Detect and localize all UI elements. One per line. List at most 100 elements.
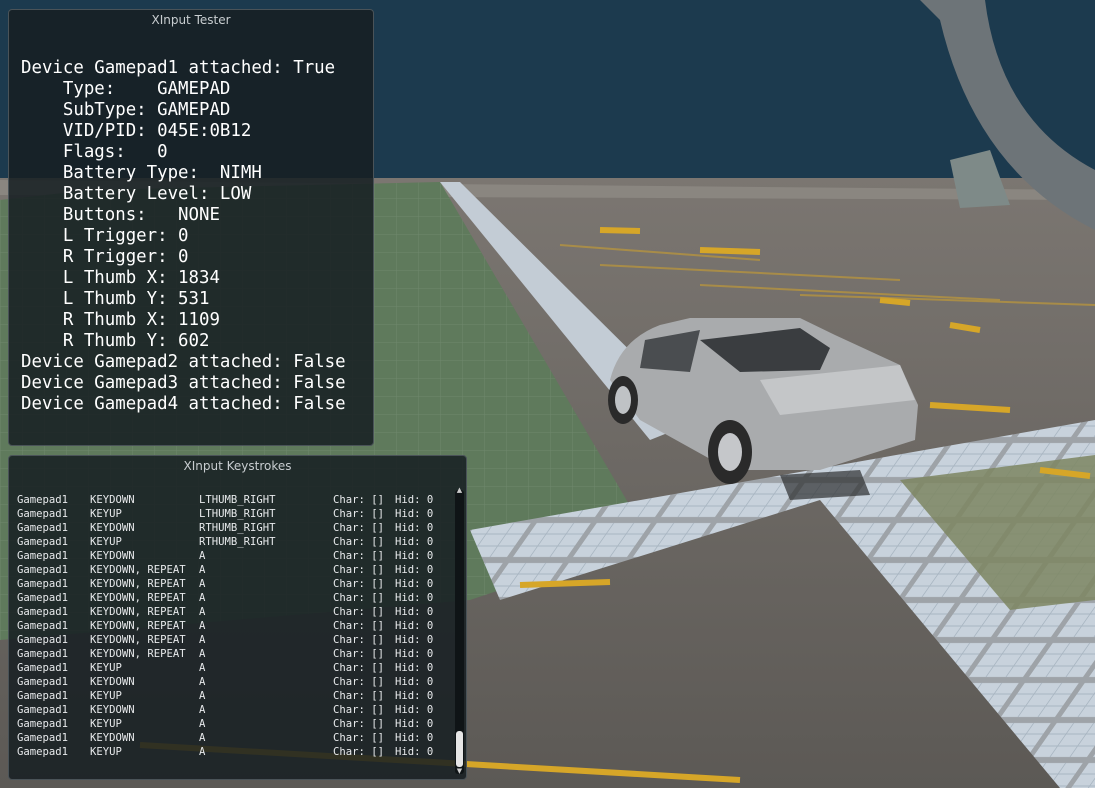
keystroke-button: A [199,662,206,674]
keystroke-device: Gamepad1 [17,578,69,590]
keystroke-button: A [199,690,206,702]
keystroke-button: A [199,704,206,716]
keystroke-char: Char: [] [333,494,385,506]
keystroke-row: Gamepad1 KEYUP A Char: [] Hid: 0 [17,717,447,731]
tester-title: XInput Tester [151,13,231,27]
keystroke-button: A [199,634,206,646]
keystroke-row: Gamepad1 KEYUP RTHUMB_RIGHT Char: [] Hid: 0 [17,535,447,549]
keystroke-row: Gamepad1 KEYDOWN, REPEAT A Char: [] Hid: 0 [17,591,447,605]
keystroke-row: Gamepad1 KEYDOWN, REPEAT A Char: [] Hid: 0 [17,619,447,633]
keystroke-event: KEYUP [90,718,122,730]
keystroke-event: KEYDOWN, REPEAT [90,606,186,618]
keystroke-row: Gamepad1 KEYUP A Char: [] Hid: 0 [17,661,447,675]
keystroke-row: Gamepad1 KEYDOWN A Char: [] Hid: 0 [17,703,447,717]
keystroke-button: LTHUMB_RIGHT [199,494,276,506]
keystroke-hid: Hid: 0 [395,508,434,520]
keystroke-event: KEYDOWN [90,494,135,506]
keystroke-event: KEYDOWN [90,676,135,688]
device-info-line: Buttons: NONE [21,205,220,225]
keystroke-button: A [199,550,206,562]
keystroke-hid: Hid: 0 [395,494,434,506]
keystroke-event: KEYDOWN, REPEAT [90,634,186,646]
keystroke-row: Gamepad1 KEYDOWN, REPEAT A Char: [] Hid: 0 [17,577,447,591]
keystroke-hid: Hid: 0 [395,620,434,632]
keystroke-char: Char: [] [333,732,385,744]
keystroke-device: Gamepad1 [17,648,69,660]
keystroke-row: Gamepad1 KEYDOWN A Char: [] Hid: 0 [17,731,447,745]
keystroke-char: Char: [] [333,690,385,702]
keystroke-button: A [199,620,206,632]
device-info-line: Type: GAMEPAD [21,79,231,99]
keystrokes-title: XInput Keystrokes [183,459,292,473]
keystroke-device: Gamepad1 [17,592,69,604]
scroll-up-arrow-icon[interactable]: ▲ [455,486,464,494]
keystroke-device: Gamepad1 [17,690,69,702]
keystroke-event: KEYUP [90,508,122,520]
device-info-line: Flags: 0 [21,142,168,162]
xinput-tester-panel[interactable]: XInput Tester Device Gamepad1 attached: … [8,9,374,446]
keystroke-hid: Hid: 0 [395,606,434,618]
keystroke-row: Gamepad1 KEYDOWN RTHUMB_RIGHT Char: [] Hid: … [17,521,447,535]
keystroke-char: Char: [] [333,606,385,618]
keystroke-event: KEYDOWN, REPEAT [90,648,186,660]
keystroke-event: KEYDOWN [90,732,135,744]
keystroke-device: Gamepad1 [17,718,69,730]
device-info-line: Battery Type: NIMH [21,163,262,183]
keystroke-hid: Hid: 0 [395,662,434,674]
keystroke-char: Char: [] [333,676,385,688]
keystroke-device: Gamepad1 [17,494,69,506]
device-info-line: Device Gamepad1 attached: True [21,58,336,78]
scroll-down-arrow-icon[interactable]: ▼ [455,767,464,775]
keystroke-char: Char: [] [333,592,385,604]
keystroke-button: A [199,606,206,618]
device-info-line: Battery Level: LOW [21,184,252,204]
keystroke-hid: Hid: 0 [395,690,434,702]
keystroke-device: Gamepad1 [17,732,69,744]
keystroke-device: Gamepad1 [17,550,69,562]
device-info-line: R Trigger: 0 [21,247,189,267]
keystroke-char: Char: [] [333,746,385,758]
xinput-keystrokes-panel[interactable]: XInput Keystrokes Gamepad1 KEYDOWN LTHUMB_… [8,455,467,780]
keystroke-event: KEYUP [90,536,122,548]
device-info-line: Device Gamepad2 attached: False [21,352,346,372]
keystroke-device: Gamepad1 [17,662,69,674]
keystroke-hid: Hid: 0 [395,648,434,660]
keystroke-char: Char: [] [333,704,385,716]
device-info-line: L Thumb X: 1834 [21,268,220,288]
keystroke-hid: Hid: 0 [395,634,434,646]
device-info-line: L Trigger: 0 [21,226,189,246]
keystroke-char: Char: [] [333,620,385,632]
device-info-line: R Thumb X: 1109 [21,310,220,330]
keystroke-event: KEYDOWN, REPEAT [90,564,186,576]
keystroke-hid: Hid: 0 [395,522,434,534]
keystroke-event: KEYDOWN, REPEAT [90,592,186,604]
keystroke-button: A [199,578,206,590]
keystroke-row: Gamepad1 KEYDOWN A Char: [] Hid: 0 [17,675,447,689]
keystroke-hid: Hid: 0 [395,746,434,758]
keystroke-hid: Hid: 0 [395,732,434,744]
keystroke-device: Gamepad1 [17,522,69,534]
keystroke-row: Gamepad1 KEYDOWN LTHUMB_RIGHT Char: [] Hid: … [17,493,447,507]
device-info-line: VID/PID: 045E:0B12 [21,121,252,141]
keystroke-event: KEYUP [90,690,122,702]
keystroke-device: Gamepad1 [17,620,69,632]
keystroke-row: Gamepad1 KEYDOWN, REPEAT A Char: [] Hid: 0 [17,647,447,661]
keystroke-row: Gamepad1 KEYUP A Char: [] Hid: 0 [17,745,447,759]
keystroke-hid: Hid: 0 [395,578,434,590]
keystroke-event: KEYDOWN, REPEAT [90,620,186,632]
keystroke-char: Char: [] [333,508,385,520]
scroll-thumb[interactable] [456,731,463,767]
keystroke-hid: Hid: 0 [395,676,434,688]
keystroke-device: Gamepad1 [17,704,69,716]
keystroke-button: A [199,718,206,730]
keystroke-row: Gamepad1 KEYDOWN, REPEAT A Char: [] Hid: 0 [17,605,447,619]
keystroke-char: Char: [] [333,536,385,548]
keystroke-button: RTHUMB_RIGHT [199,522,276,534]
keystroke-hid: Hid: 0 [395,536,434,548]
keystroke-button: A [199,592,206,604]
keystroke-event: KEYUP [90,746,122,758]
keystroke-row: Gamepad1 KEYDOWN, REPEAT A Char: [] Hid: 0 [17,633,447,647]
keystroke-hid: Hid: 0 [395,564,434,576]
keystroke-event: KEYDOWN, REPEAT [90,578,186,590]
keystroke-hid: Hid: 0 [395,550,434,562]
